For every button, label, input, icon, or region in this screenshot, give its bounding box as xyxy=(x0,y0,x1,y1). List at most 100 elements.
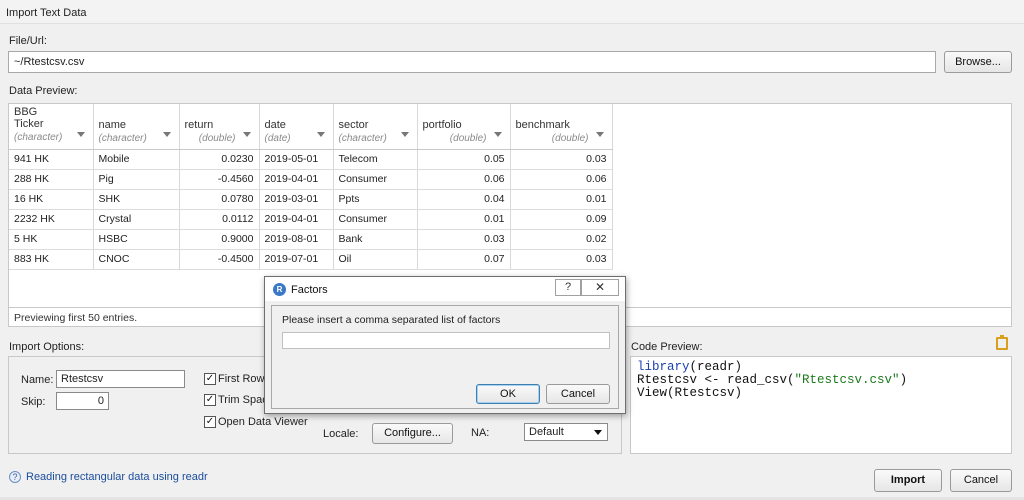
table-cell: 2019-05-01 xyxy=(259,149,334,170)
column-header[interactable]: date (date) xyxy=(259,104,334,150)
dialog-prompt: Please insert a comma separated list of … xyxy=(282,314,501,326)
file-url-label: File/Url: xyxy=(9,35,47,47)
factors-dialog: R Factors ? ✕ Please insert a comma sepa… xyxy=(264,276,626,414)
factors-input[interactable] xyxy=(282,332,610,349)
table-cell: 0.0780 xyxy=(179,189,260,210)
import-options-label: Import Options: xyxy=(9,341,85,353)
table-cell: Pig xyxy=(93,169,180,190)
name-label: Name: xyxy=(21,374,54,386)
dialog-body: Please insert a comma separated list of … xyxy=(271,305,619,409)
code-text: (readr) xyxy=(689,360,743,374)
help-icon[interactable]: ? xyxy=(9,471,21,483)
table-cell: 0.03 xyxy=(510,149,613,170)
table-cell: 0.05 xyxy=(417,149,511,170)
column-menu-arrow-icon[interactable] xyxy=(595,131,604,137)
column-menu-arrow-icon[interactable] xyxy=(242,131,251,137)
configure-locale-button[interactable]: Configure... xyxy=(372,423,453,444)
table-cell: HSBC xyxy=(93,229,180,250)
table-cell: 0.07 xyxy=(417,249,511,270)
code-preview-box[interactable]: library(readr) Rtestcsv <- read_csv("Rte… xyxy=(630,356,1012,454)
preview-footer-text: Previewing first 50 entries. xyxy=(14,312,138,324)
table-cell: 0.09 xyxy=(510,209,613,230)
table-cell: 16 HK xyxy=(9,189,94,210)
column-name: date xyxy=(264,119,286,131)
dialog-titlebar: R Factors ? ✕ xyxy=(265,277,625,301)
column-header[interactable]: return (double) xyxy=(179,104,260,150)
dialog-cancel-button[interactable]: Cancel xyxy=(546,384,610,404)
column-name: name xyxy=(98,119,127,131)
file-url-input[interactable] xyxy=(8,51,936,73)
skip-label: Skip: xyxy=(21,396,46,408)
code-text: Rtestcsv <- read_csv( xyxy=(637,373,795,387)
table-cell: Telecom xyxy=(333,149,418,170)
table-row: 16 HK SHK 0.0780 2019-03-01 Ppts 0.04 0.… xyxy=(9,189,613,210)
column-menu-arrow-icon[interactable] xyxy=(76,131,85,137)
table-cell: Consumer xyxy=(333,209,418,230)
table-cell: 0.06 xyxy=(417,169,511,190)
table-cell: 2019-03-01 xyxy=(259,189,334,210)
column-menu-arrow-icon[interactable] xyxy=(400,131,409,137)
column-name: portfolio xyxy=(422,119,462,131)
column-menu-arrow-icon[interactable] xyxy=(316,131,325,137)
column-header[interactable]: portfolio (double) xyxy=(417,104,511,150)
dataset-name-input[interactable] xyxy=(56,370,185,388)
column-header[interactable]: name (character) xyxy=(93,104,180,150)
column-name: sector xyxy=(338,119,369,131)
table-cell: 941 HK xyxy=(9,149,94,170)
table-header-row: BBG Ticker (character) name (character) … xyxy=(9,104,613,150)
table-row: 941 HK Mobile 0.0230 2019-05-01 Telecom … xyxy=(9,149,613,170)
dialog-ok-button[interactable]: OK xyxy=(476,384,540,404)
window-titlebar: Import Text Data xyxy=(0,0,1024,24)
open-viewer-label: Open Data Viewer xyxy=(218,416,308,428)
app-logo-icon: R xyxy=(273,283,286,296)
column-header[interactable]: benchmark (double) xyxy=(510,104,613,150)
column-menu-arrow-icon[interactable] xyxy=(162,131,171,137)
cancel-button[interactable]: Cancel xyxy=(950,469,1012,492)
table-cell: SHK xyxy=(93,189,180,210)
dialog-close-button[interactable]: ✕ xyxy=(581,279,619,296)
first-row-checkbox[interactable]: ✓ xyxy=(204,373,216,385)
table-row: 2232 HK Crystal 0.0112 2019-04-01 Consum… xyxy=(9,209,613,230)
table-cell: 288 HK xyxy=(9,169,94,190)
chevron-down-icon xyxy=(594,430,602,435)
data-preview-label: Data Preview: xyxy=(9,85,78,97)
table-cell: Consumer xyxy=(333,169,418,190)
skip-input[interactable] xyxy=(56,392,109,410)
column-menu-arrow-icon[interactable] xyxy=(493,131,502,137)
code-keyword: library xyxy=(637,360,690,374)
table-cell: 2019-04-01 xyxy=(259,209,334,230)
table-cell: 2232 HK xyxy=(9,209,94,230)
column-header[interactable]: BBG Ticker (character) xyxy=(9,104,94,150)
code-preview-label: Code Preview: xyxy=(631,341,703,353)
table-cell: 0.0230 xyxy=(179,149,260,170)
import-button[interactable]: Import xyxy=(874,469,942,492)
table-cell: 0.06 xyxy=(510,169,613,190)
table-row: 5 HK HSBC 0.9000 2019-08-01 Bank 0.03 0.… xyxy=(9,229,613,250)
table-cell: 2019-08-01 xyxy=(259,229,334,250)
browse-button[interactable]: Browse... xyxy=(944,51,1012,73)
na-label: NA: xyxy=(471,427,490,439)
table-cell: Crystal xyxy=(93,209,180,230)
table-cell: 0.03 xyxy=(510,249,613,270)
dialog-title: Factors xyxy=(291,284,328,296)
table-cell: 0.01 xyxy=(510,189,613,210)
column-name: benchmark xyxy=(515,119,570,131)
table-cell: Oil xyxy=(333,249,418,270)
table-cell: -0.4500 xyxy=(179,249,260,270)
column-header[interactable]: sector (character) xyxy=(333,104,418,150)
table-row: 288 HK Pig -0.4560 2019-04-01 Consumer 0… xyxy=(9,169,613,190)
trim-spaces-checkbox[interactable]: ✓ xyxy=(204,394,216,406)
dialog-help-button[interactable]: ? xyxy=(555,279,581,296)
readr-help-link[interactable]: Reading rectangular data using readr xyxy=(26,471,208,483)
open-viewer-checkbox[interactable]: ✓ xyxy=(204,416,216,428)
table-cell: Ppts xyxy=(333,189,418,210)
table-cell: 0.02 xyxy=(510,229,613,250)
table-cell: Bank xyxy=(333,229,418,250)
table-cell: CNOC xyxy=(93,249,180,270)
clipboard-icon[interactable] xyxy=(996,335,1008,350)
na-select[interactable]: Default xyxy=(524,423,608,441)
table-cell: 2019-04-01 xyxy=(259,169,334,190)
table-cell: -0.4560 xyxy=(179,169,260,190)
table-cell: Mobile xyxy=(93,149,180,170)
table-cell: 0.01 xyxy=(417,209,511,230)
